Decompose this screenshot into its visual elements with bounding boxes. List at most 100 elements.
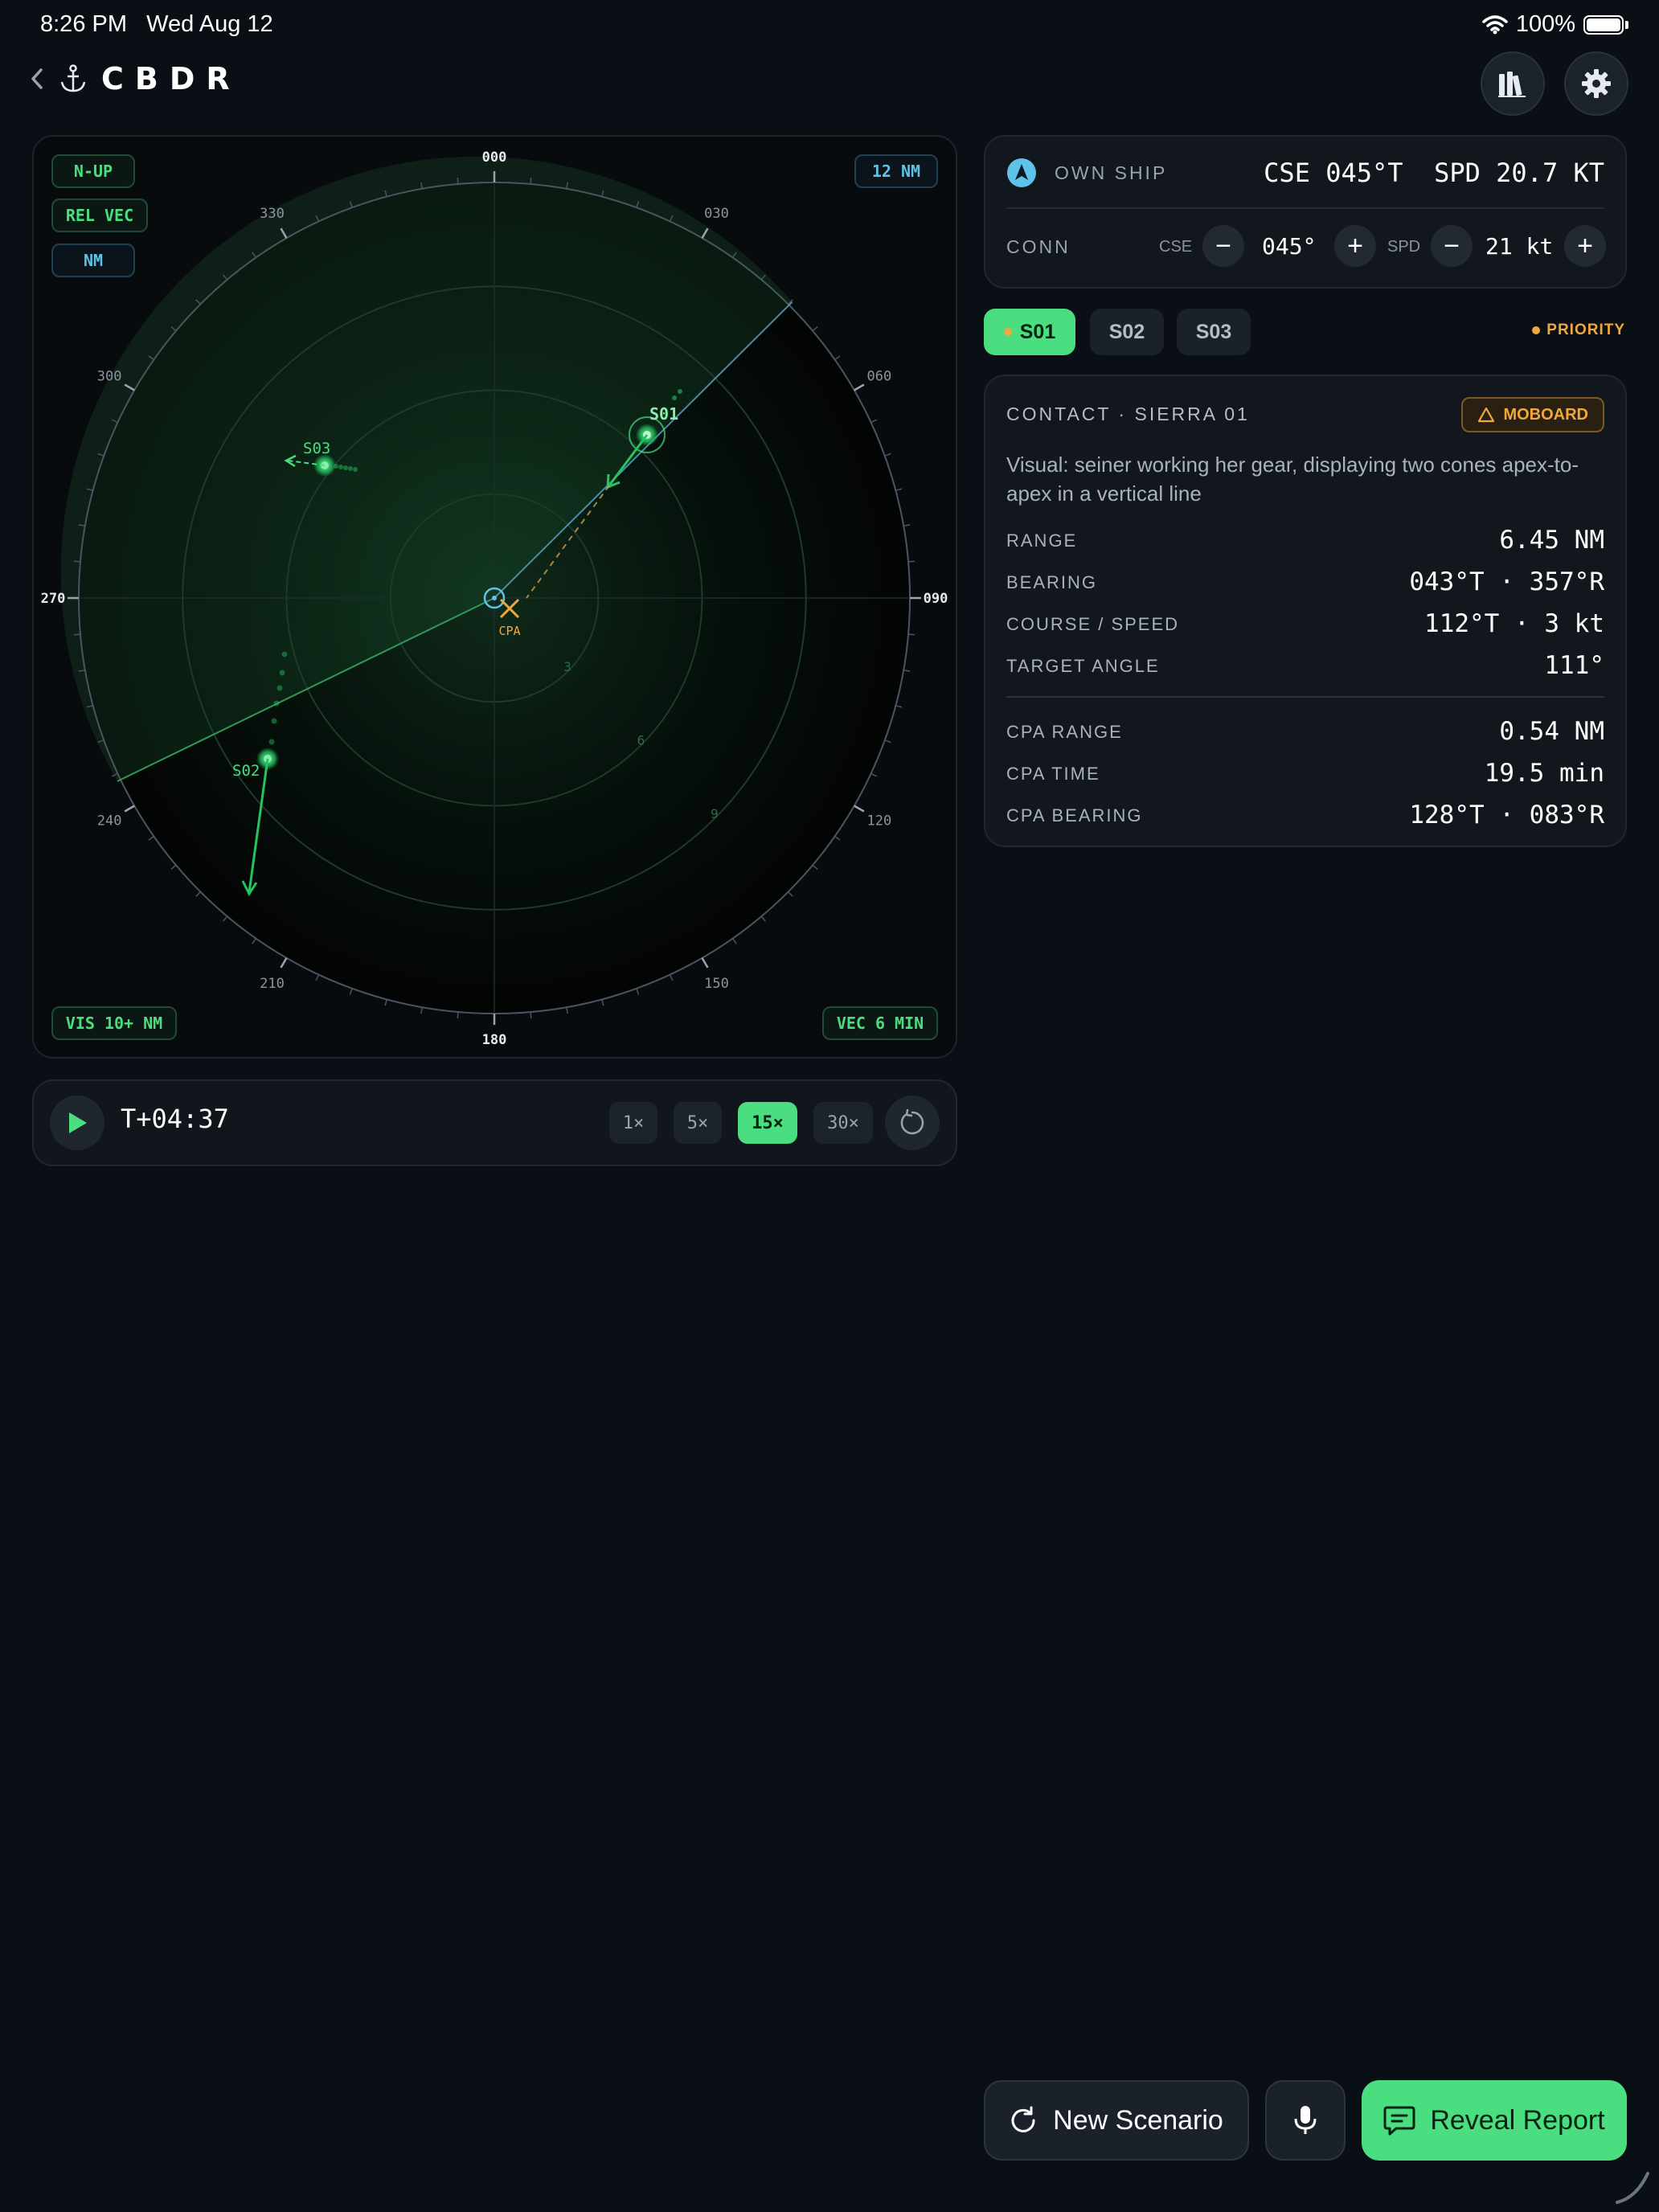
radar-scope[interactable]: 3 6 9 000 030 060 090 120 150 180 210 240 270 300 330…: [34, 137, 956, 1057]
minor-tick: [884, 739, 891, 743]
priority-legend: PRIORITY: [1532, 322, 1625, 339]
reveal-report-button[interactable]: Reveal Report: [1362, 2080, 1627, 2161]
moboard-label: MOBOARD: [1503, 405, 1588, 424]
vector-time-button[interactable]: VEC 6 MIN: [822, 1006, 938, 1040]
cpa-range-label: CPA RANGE: [1006, 722, 1123, 742]
moboard-button[interactable]: MOBOARD: [1461, 397, 1604, 432]
reset-icon: [900, 1109, 924, 1135]
minor-tick: [195, 891, 201, 897]
wifi-icon: [1482, 14, 1508, 34]
priority-dot: [1003, 328, 1012, 336]
cse-label: CSE: [1159, 238, 1193, 256]
radar-panel[interactable]: 3 6 9 000 030 060 090 120 150 180 210 240 270 300 330…: [32, 135, 957, 1059]
bearing-label-120: 120: [867, 813, 892, 830]
divider: [1006, 696, 1604, 698]
library-button[interactable]: [1481, 51, 1545, 116]
cpa-label: CPA: [498, 624, 520, 638]
tab-s02[interactable]: S02: [1090, 309, 1164, 355]
range-scale-button[interactable]: 12 NM: [854, 154, 938, 188]
minor-tick: [731, 938, 737, 944]
course-speed-label: COURSE / SPEED: [1006, 614, 1180, 634]
cpa-range-value: 0.54 NM: [1499, 717, 1604, 746]
tab-s01-label: S01: [1019, 320, 1056, 343]
chevron-left-icon[interactable]: [29, 67, 45, 91]
own-ship-label: OWN SHIP: [1055, 162, 1168, 183]
play-button[interactable]: [50, 1096, 104, 1150]
target-angle-label: TARGET ANGLE: [1006, 656, 1160, 676]
contact-description: Visual: seiner working her gear, display…: [1006, 453, 1579, 506]
minor-tick: [903, 670, 911, 672]
warning-icon: [1478, 407, 1495, 423]
status-time: 8:26 PM: [40, 11, 127, 37]
minor-tick: [907, 633, 916, 636]
minor-tick: [788, 891, 793, 897]
speed-5x-button[interactable]: 5×: [674, 1102, 722, 1144]
range-value: 6.45 NM: [1499, 526, 1604, 555]
speed-1x-button[interactable]: 1×: [609, 1102, 657, 1144]
anchor-icon: [60, 64, 86, 92]
tab-s01[interactable]: S01: [984, 309, 1075, 355]
navigation-arrow-icon: [1007, 158, 1036, 187]
new-scenario-button[interactable]: New Scenario: [984, 2080, 1249, 2161]
reset-button[interactable]: [885, 1096, 940, 1150]
range-ring-label-9: 9: [711, 806, 719, 821]
microphone-icon: [1294, 2106, 1317, 2134]
minor-tick: [384, 999, 387, 1006]
orientation-toggle[interactable]: N-UP: [51, 154, 135, 188]
reveal-report-label: Reveal Report: [1430, 2104, 1605, 2136]
status-date: Wed Aug 12: [146, 11, 273, 37]
speed-15x-button[interactable]: 15×: [738, 1102, 797, 1144]
gear-icon: [1582, 69, 1611, 98]
conn-label: CONN: [1006, 236, 1071, 257]
minor-tick: [148, 835, 154, 841]
minor-tick: [884, 453, 891, 457]
minor-tick: [222, 916, 228, 922]
status-bar-time-date: 8:26 PM Wed Aug 12: [40, 11, 273, 38]
speed-increase-button[interactable]: +: [1564, 225, 1606, 267]
own-ship-readout: CSE 045°T SPD 20.7 KT: [1264, 158, 1604, 188]
bearing-label-330: 330: [260, 206, 285, 222]
battery-icon: [1583, 14, 1624, 35]
vector-mode-toggle[interactable]: REL VEC: [51, 199, 148, 232]
contact-label-s03: S03: [303, 440, 330, 457]
course-value: 045°: [1262, 233, 1317, 260]
minor-tick: [601, 999, 604, 1006]
bearing-label-060: 060: [867, 369, 892, 385]
minor-tick: [315, 974, 320, 981]
minor-tick: [834, 835, 841, 841]
speed-30x-button[interactable]: 30×: [813, 1102, 873, 1144]
bearing-label-180: 180: [482, 1032, 507, 1048]
major-tick: [854, 383, 865, 391]
priority-label: PRIORITY: [1546, 322, 1625, 338]
course-increase-button[interactable]: +: [1334, 225, 1376, 267]
minor-tick: [870, 419, 878, 424]
bearing-label-150: 150: [704, 976, 729, 992]
play-icon: [69, 1112, 87, 1133]
tab-s03[interactable]: S03: [1177, 309, 1251, 355]
minor-tick: [895, 705, 903, 708]
minor-tick: [252, 938, 257, 944]
app-title: CBDR: [101, 61, 241, 96]
speed-decrease-button[interactable]: −: [1431, 225, 1473, 267]
bearing-label-300: 300: [97, 369, 122, 385]
course-decrease-button[interactable]: −: [1202, 225, 1244, 267]
nav-bar: CBDR: [29, 61, 241, 96]
voice-button[interactable]: [1265, 2080, 1346, 2161]
major-tick: [280, 957, 288, 969]
minor-tick: [457, 1011, 459, 1019]
units-toggle[interactable]: NM: [51, 244, 135, 277]
battery-percent: 100%: [1515, 11, 1575, 37]
minor-tick: [420, 1007, 423, 1014]
minor-tick: [760, 916, 767, 922]
target-angle-value: 111°: [1544, 651, 1604, 680]
playback-bar: T+04:37 1× 5× 15× 30×: [32, 1079, 957, 1166]
visibility-badge: VIS 10+ NM: [51, 1006, 177, 1040]
chat-icon: [1383, 2106, 1415, 2136]
settings-button[interactable]: [1564, 51, 1628, 116]
cpa-bearing-label: CPA BEARING: [1006, 805, 1143, 825]
range-label: RANGE: [1006, 530, 1078, 551]
refresh-icon: [1011, 2106, 1035, 2132]
status-bar-right: 100%: [1482, 11, 1628, 38]
contact-title: CONTACT · SIERRA 01: [1006, 403, 1250, 424]
minor-tick: [669, 974, 674, 981]
